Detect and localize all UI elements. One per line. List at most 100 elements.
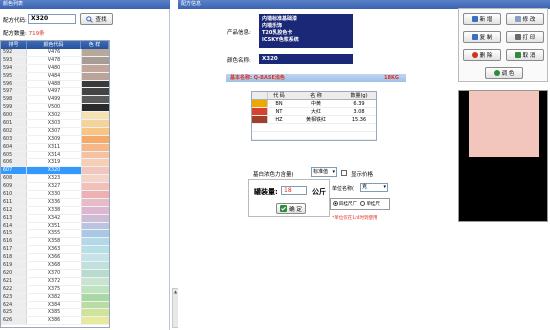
row-color-code: X363 xyxy=(47,247,61,253)
row-swatch xyxy=(81,167,109,175)
table-row[interactable]: 595 V484 xyxy=(1,72,109,81)
table-row[interactable]: 602 X307 xyxy=(1,127,109,136)
table-row[interactable]: 613 X342 xyxy=(1,214,109,223)
unit-select[interactable]: 克 ▾ xyxy=(360,183,388,192)
table-row[interactable]: 608 X323 xyxy=(1,175,109,184)
table-row[interactable]: 593 V478 xyxy=(1,56,109,65)
table-row[interactable]: 622 X375 xyxy=(1,285,109,294)
row-color-code: V500 xyxy=(47,105,61,111)
unit-group: 单位名称( 克 ▾ 四桂尺广 单桂尺 *单位仅在1/4时到使用 xyxy=(330,183,390,223)
ingredient-code: NT xyxy=(275,109,283,115)
show-price-label: 显示价格 xyxy=(351,172,374,178)
row-swatch xyxy=(81,191,109,198)
table-row[interactable]: 609 X327 xyxy=(1,183,109,192)
count-value: 719条 xyxy=(28,31,45,37)
table-row[interactable]: 597 V497 xyxy=(1,88,109,97)
row-swatch xyxy=(81,120,109,127)
row-number: 609 xyxy=(1,183,27,191)
row-swatch xyxy=(81,293,109,301)
product-line: 内墙乐饰 xyxy=(262,23,283,29)
row-number: 613 xyxy=(1,214,27,222)
row-number: 617 xyxy=(1,246,27,254)
edit-label: 修 改 xyxy=(522,17,536,23)
print-button[interactable]: 打 印 xyxy=(506,31,544,43)
radio-option-1[interactable] xyxy=(333,201,338,206)
radio-option-2[interactable] xyxy=(360,201,366,206)
table-row[interactable]: 612 X338 xyxy=(1,206,109,215)
table-row[interactable]: 598 V499 xyxy=(1,96,109,105)
ingredient-row[interactable]: HZ 黄相铁红 15.36 xyxy=(252,116,376,124)
table-row[interactable]: 625 X385 xyxy=(1,309,109,318)
row-swatch xyxy=(81,206,109,214)
table-row[interactable]: 624 X384 xyxy=(1,301,109,310)
edit-icon xyxy=(514,16,521,22)
table-row[interactable]: 621 X372 xyxy=(1,277,109,286)
table-row[interactable]: 601 X303 xyxy=(1,120,109,128)
cancel-button[interactable]: 取 消 xyxy=(506,49,544,61)
row-swatch xyxy=(81,96,109,104)
printer-icon xyxy=(514,34,521,40)
edit-button[interactable]: 修 改 xyxy=(506,13,544,25)
table-row[interactable]: 599 V500 xyxy=(1,104,109,113)
row-swatch xyxy=(81,214,109,222)
delete-button[interactable]: 删 除 xyxy=(463,49,501,61)
fill-amount-input[interactable]: 18 xyxy=(281,186,307,195)
table-row[interactable]: 623 X382 xyxy=(1,293,109,302)
table-row[interactable]: 616 X358 xyxy=(1,238,109,247)
table-row[interactable]: 620 X370 xyxy=(1,269,109,278)
table-row[interactable]: 610 X330 xyxy=(1,191,109,199)
row-number: 612 xyxy=(1,206,27,214)
row-swatch xyxy=(81,175,109,183)
show-price-checkbox[interactable] xyxy=(341,170,347,176)
row-number: 608 xyxy=(1,175,27,183)
strength-select[interactable]: 标准值 ▾ xyxy=(311,167,337,177)
dispense-button[interactable]: 调 色 xyxy=(485,67,523,79)
table-row[interactable]: 605 X314 xyxy=(1,151,109,160)
ingredient-header-swatch xyxy=(252,92,268,99)
ingredient-row[interactable]: BN 中黄 6.39 xyxy=(252,100,376,108)
row-number: 605 xyxy=(1,151,27,159)
new-button[interactable]: 新 增 xyxy=(463,13,501,25)
row-color-code: V478 xyxy=(47,57,61,63)
table-row[interactable]: 618 X366 xyxy=(1,254,109,263)
table-row[interactable]: 604 X311 xyxy=(1,143,109,152)
row-number: 600 xyxy=(1,112,27,120)
table-row[interactable]: 614 X351 xyxy=(1,222,109,231)
table-row[interactable]: 617 X363 xyxy=(1,246,109,255)
table-row[interactable]: 611 X336 xyxy=(1,198,109,207)
row-swatch xyxy=(81,151,109,159)
ingredient-name: 中黄 xyxy=(310,101,321,107)
row-color-code: X382 xyxy=(47,294,61,300)
col-swatch[interactable]: 色 样 xyxy=(81,41,109,49)
row-color-code: X309 xyxy=(47,136,61,142)
table-row[interactable]: 619 X368 xyxy=(1,262,109,270)
table-row[interactable]: 606 X319 xyxy=(1,159,109,168)
search-button[interactable]: 查找 xyxy=(80,13,113,25)
table-row[interactable]: 592 V476 xyxy=(1,49,109,57)
search-input[interactable]: X320 xyxy=(28,14,76,24)
col-number[interactable]: 排号 xyxy=(1,41,27,49)
table-row[interactable]: 603 X309 xyxy=(1,135,109,144)
ingredient-row[interactable]: NT 大红 3.08 xyxy=(252,108,376,116)
col-color-code[interactable]: 颜色代码 xyxy=(27,41,81,49)
color-list-title: 颜色列表 xyxy=(0,0,170,9)
row-color-code: X330 xyxy=(47,192,61,198)
table-row[interactable]: 594 V480 xyxy=(1,64,109,73)
table-row[interactable]: 596 V488 xyxy=(1,80,109,89)
table-row[interactable]: 607 X320 xyxy=(1,167,109,176)
print-label: 打 印 xyxy=(522,35,536,41)
chevron-down-icon: ▾ xyxy=(332,169,335,175)
row-swatch xyxy=(81,262,109,269)
ingredient-swatch xyxy=(252,108,268,115)
action-button-panel: 新 增 修 改 复 制 打 印 删 除 取 消 调 色 xyxy=(458,8,548,82)
color-name-field: X320 xyxy=(259,54,353,64)
confirm-button[interactable]: 确 定 xyxy=(276,203,306,214)
base-info-bar: 基本名称: Q-BASE浅色 18KG xyxy=(226,74,406,82)
copy-button[interactable]: 复 制 xyxy=(463,31,501,43)
row-color-code: V476 xyxy=(47,50,61,55)
row-number: 606 xyxy=(1,159,27,167)
table-row[interactable]: 626 X386 xyxy=(1,317,109,326)
table-row[interactable]: 615 X355 xyxy=(1,230,109,239)
unit-note: *单位仅在1/4时到使用 xyxy=(332,216,378,221)
table-row[interactable]: 600 X302 xyxy=(1,112,109,121)
